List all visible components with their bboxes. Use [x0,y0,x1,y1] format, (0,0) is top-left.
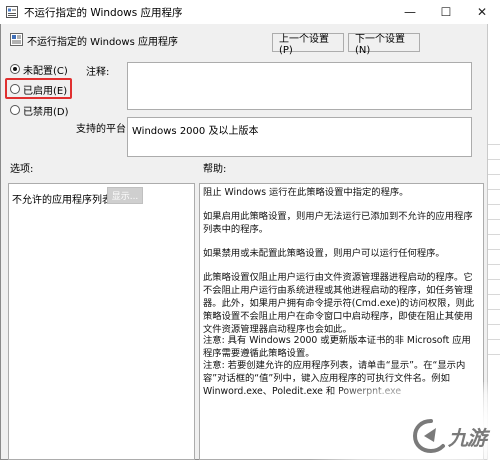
radio-label-not-configured: 未配置(C) [23,65,68,77]
watermark-logo-icon [412,419,445,454]
supported-platform-label: 支持的平台: [76,124,130,135]
window-title: 不运行指定的 Windows 应用程序 [24,7,183,19]
help-paragraph: 如果启用此策略设置，则用户无法运行已添加到不允许的应用程序列表中的程序。 [203,211,473,235]
radio-not-configured[interactable]: 未配置(C) [10,61,68,77]
help-paragraph: 注意: 具有 Windows 2000 或更新版本证书的非 Microsoft … [203,335,471,359]
radio-empty-icon [10,105,20,115]
help-paragraph: 阻止 Windows 运行在此策略设置中指定的程序。 [203,187,409,198]
previous-setting-button[interactable]: 上一个设置(P) [272,33,344,56]
supported-platform-value: Windows 2000 及以上版本 [132,126,259,137]
radio-selected-icon [10,64,20,74]
comment-label: 注释: [86,67,110,78]
options-panel [8,183,195,460]
disallowed-apps-list-label: 不允许的应用程序列表 [12,195,112,206]
close-button[interactable]: ✕ [464,0,500,24]
next-setting-button[interactable]: 下一个设置(N) [348,33,420,56]
maximize-button[interactable]: ☐ [428,0,464,24]
policy-name-heading: 不运行指定的 Windows 应用程序 [27,37,178,48]
watermark-text: 九游 [448,426,487,450]
radio-disabled[interactable]: 已禁用(D) [10,102,69,118]
policy-app-icon [6,6,18,18]
options-section-label: 选项: [10,164,34,175]
show-list-button[interactable]: 显示... [107,187,143,204]
minimize-button[interactable]: — [392,0,428,24]
comment-textarea[interactable] [127,62,472,110]
highlight-annotation-box [5,78,72,99]
help-paragraph: 如果禁用或未配置此策略设置，则用户可以运行任何程序。 [203,248,445,259]
radio-label-disabled: 已禁用(D) [23,106,69,118]
policy-setting-icon [10,33,23,46]
help-paragraph: 此策略设置仅阻止用户运行由文件资源管理器进程启动的程序。它不会阻止用户运行由系统… [203,272,475,335]
help-section-label: 帮助: [203,164,227,175]
